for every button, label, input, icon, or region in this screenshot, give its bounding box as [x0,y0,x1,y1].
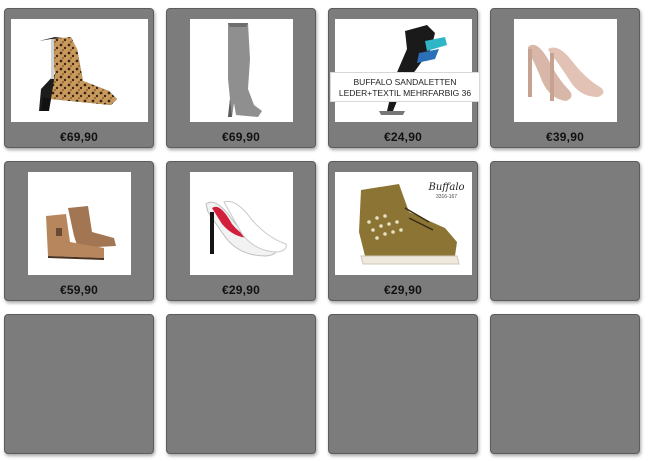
product-price: €69,90 [60,130,98,144]
product-price: €69,90 [222,130,260,144]
empty-tile [490,314,640,454]
product-price: €24,90 [384,130,422,144]
product-price: €29,90 [384,283,422,297]
brand-logo-text: Buffalo [428,182,465,193]
product-price: €59,90 [60,283,98,297]
white-platform-pump-image [204,200,287,257]
leopard-ankle-boot-image [38,37,117,111]
product-image[interactable] [513,19,617,122]
product-price: €29,90 [222,283,260,297]
product-tile[interactable]: Buffalo 3316-167 €29,90 [328,161,478,301]
product-tile[interactable]: €59,90 [4,161,154,301]
empty-tile [4,314,154,454]
brand-logo: Buffalo 3316-167 [429,182,465,200]
empty-tile [490,161,640,301]
product-image[interactable] [189,172,293,275]
product-image[interactable]: Buffalo 3316-167 [334,172,472,275]
product-image[interactable] [10,19,148,122]
product-grid: €69,90 €69,90 €24,90 €39,90 €59,90 €29,9… [0,0,650,461]
product-price: €39,90 [546,130,584,144]
brand-code: 3316-167 [435,194,458,200]
tooltip-line-1: BUFFALO SANDALETTEN [353,77,457,87]
empty-tile [166,314,316,454]
nude-peep-toe-pump-image [527,44,604,101]
product-image[interactable] [27,172,131,275]
product-name-tooltip: BUFFALO SANDALETTEN LEDER+TEXTIL MEHRFAR… [330,72,480,102]
product-tile[interactable]: €39,90 [490,8,640,148]
grey-knee-boot-image [227,23,262,117]
product-image[interactable] [334,19,472,122]
product-tile[interactable]: €69,90 [4,8,154,148]
tan-ankle-boots-image [45,206,116,260]
product-image[interactable] [189,19,293,122]
empty-tile [328,314,478,454]
product-tile[interactable]: €29,90 [166,161,316,301]
tooltip-line-2: LEDER+TEXTIL MEHRFARBIG 36 [338,88,472,98]
product-tile[interactable]: €69,90 [166,8,316,148]
multicolor-sandal-image [378,25,447,115]
